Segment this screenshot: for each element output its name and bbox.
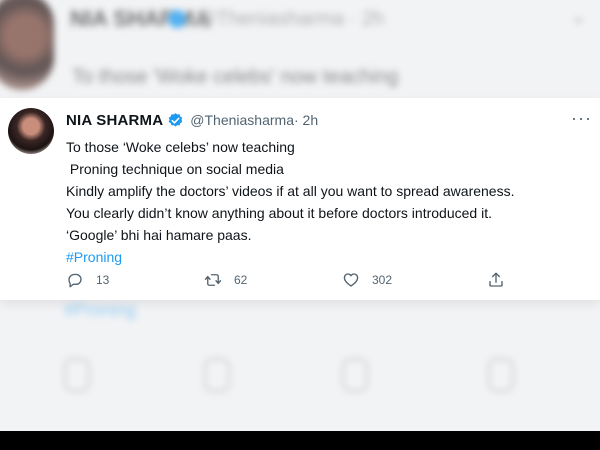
blurred-avatar	[0, 0, 54, 90]
hashtag-link[interactable]: #Proning	[66, 246, 591, 268]
blurred-hashtag: #Proning	[64, 300, 137, 320]
reply-icon	[68, 273, 82, 288]
tweet-line: To those ‘Woke celebs’ now teaching	[66, 139, 295, 155]
blurred-tweet-text: To those 'Woke celebs' now teaching	[72, 66, 399, 88]
share-icon	[489, 272, 503, 287]
heart-icon	[343, 273, 359, 287]
tweet-actions: 13 62 302	[66, 268, 526, 292]
tweet-card[interactable]: NIA SHARMA @Theniasharma · 2h ··· To tho…	[0, 98, 600, 300]
tweet-line: You clearly didn’t know anything about i…	[66, 205, 492, 221]
retweet-button[interactable]: 62	[204, 268, 247, 292]
blurred-retweet-icon	[204, 358, 230, 392]
blurred-action-bar	[0, 358, 600, 398]
blurred-name: NIA SHARMA	[70, 6, 210, 31]
like-count: 302	[372, 273, 393, 287]
tweet-line: Kindly amplify the doctors’ videos if at…	[66, 183, 515, 199]
retweet-icon	[204, 274, 222, 286]
reply-count: 13	[96, 273, 110, 287]
bottom-black-bar	[0, 431, 600, 450]
blurred-share-icon	[488, 358, 514, 392]
blurred-reply-icon	[64, 358, 90, 392]
display-name[interactable]: NIA SHARMA	[66, 112, 163, 129]
more-horizontal-icon[interactable]: ···	[571, 108, 592, 129]
like-button[interactable]: 302	[342, 268, 392, 292]
tweet-line: ‘Google’ bhi hai hamare paas.	[66, 227, 252, 243]
verified-badge-icon	[168, 112, 183, 127]
timestamp[interactable]: · 2h	[294, 112, 318, 128]
reply-button[interactable]: 13	[66, 268, 109, 292]
blurred-handle: @Theniasharma · 2h	[196, 8, 385, 30]
share-button[interactable]	[487, 268, 505, 292]
blurred-verified-icon	[168, 10, 186, 28]
tweet-text: To those ‘Woke celebs’ now teaching Pron…	[66, 136, 591, 268]
blurred-chevron-down-icon: ⌄	[570, 6, 587, 28]
retweet-count: 62	[234, 273, 248, 287]
screenshot-area: NIA SHARMA @Theniasharma · 2h ⌄ To those…	[0, 0, 600, 431]
tweet-header: NIA SHARMA @Theniasharma · 2h	[66, 110, 318, 130]
user-handle[interactable]: @Theniasharma	[190, 112, 294, 128]
avatar[interactable]	[8, 108, 54, 154]
blurred-heart-icon	[342, 358, 368, 392]
tweet-line: Proning technique on social media	[66, 161, 284, 177]
